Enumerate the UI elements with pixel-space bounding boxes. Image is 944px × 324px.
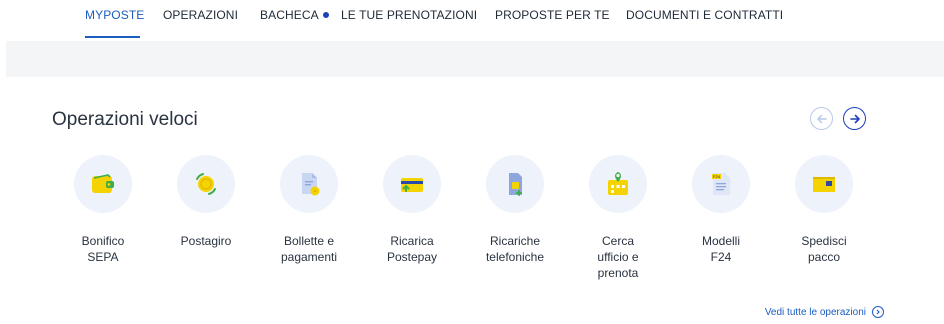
tile-postagiro[interactable]: Postagiro bbox=[161, 155, 251, 249]
nav-tab-prenotazioni[interactable]: LE TUE PRENOTAZIONI bbox=[341, 8, 477, 22]
see-all-operations-link[interactable]: Vedi tutte le operazioni bbox=[765, 306, 884, 318]
nav-tab-proposte[interactable]: PROPOSTE PER TE bbox=[495, 8, 610, 22]
tile-label: Bonifico SEPA bbox=[81, 234, 125, 264]
tile-icon-circle bbox=[486, 155, 544, 213]
card-topup-icon bbox=[401, 178, 423, 192]
tile-modelli-f24[interactable]: F24 Modelli F24 bbox=[676, 155, 766, 265]
tile-label: Modelli F24 bbox=[701, 234, 740, 264]
coin-exchange-icon bbox=[196, 173, 216, 195]
f24-icon-text: F24 bbox=[713, 174, 721, 179]
tile-label: Ricariche telefoniche bbox=[485, 234, 545, 264]
carousel-next-button[interactable] bbox=[843, 107, 866, 130]
top-navigation: MYPOSTE OPERAZIONI BACHECA LE TUE PRENOT… bbox=[0, 0, 944, 40]
tile-ricariche-telefoniche[interactable]: Ricariche telefoniche bbox=[470, 155, 560, 265]
banner-placeholder bbox=[6, 41, 944, 77]
tile-icon-circle bbox=[795, 155, 853, 213]
map-pin-calendar-icon bbox=[608, 172, 628, 195]
tile-icon-circle bbox=[177, 155, 235, 213]
nav-tab-bacheca[interactable]: BACHECA bbox=[260, 8, 329, 22]
package-icon bbox=[813, 177, 835, 192]
arrow-right-icon bbox=[849, 114, 860, 123]
wallet-icon bbox=[92, 174, 114, 193]
nav-tab-myposte[interactable]: MYPOSTE bbox=[85, 8, 144, 22]
see-all-label: Vedi tutte le operazioni bbox=[764, 306, 866, 318]
sim-card-icon bbox=[509, 173, 522, 196]
bill-icon bbox=[302, 173, 320, 196]
tile-icon-circle bbox=[383, 155, 441, 213]
tile-ricarica-postepay[interactable]: Ricarica Postepay bbox=[367, 155, 457, 265]
tile-cerca-ufficio[interactable]: Cerca ufficio e prenota bbox=[573, 155, 663, 281]
tile-icon-circle bbox=[74, 155, 132, 213]
tile-label: Cerca ufficio e prenota bbox=[597, 234, 639, 280]
chevron-right-circle-icon bbox=[872, 306, 884, 318]
tile-label: Bollette e pagamenti bbox=[280, 234, 338, 264]
arrow-left-icon bbox=[816, 114, 827, 123]
carousel-prev-button[interactable] bbox=[810, 107, 833, 130]
tile-spedisci-pacco[interactable]: Spedisci pacco bbox=[779, 155, 869, 265]
f24-document-icon: F24 bbox=[712, 173, 730, 195]
nav-tab-documenti[interactable]: DOCUMENTI E CONTRATTI bbox=[626, 8, 783, 22]
active-tab-indicator bbox=[85, 36, 140, 38]
tile-bonifico-sepa[interactable]: Bonifico SEPA bbox=[58, 155, 148, 265]
nav-tab-bacheca-label: BACHECA bbox=[260, 8, 319, 22]
section-title: Operazioni veloci bbox=[52, 109, 198, 130]
tile-bollette-pagamenti[interactable]: Bollette e pagamenti bbox=[264, 155, 354, 265]
notification-dot bbox=[322, 12, 329, 18]
tile-icon-circle bbox=[589, 155, 647, 213]
tile-icon-circle: F24 bbox=[692, 155, 750, 213]
tile-icon-circle bbox=[280, 155, 338, 213]
nav-tab-operazioni[interactable]: OPERAZIONI bbox=[163, 8, 238, 22]
tile-label: Postagiro bbox=[180, 234, 232, 248]
tile-label: Spedisci pacco bbox=[801, 234, 847, 264]
tile-label: Ricarica Postepay bbox=[386, 234, 438, 264]
